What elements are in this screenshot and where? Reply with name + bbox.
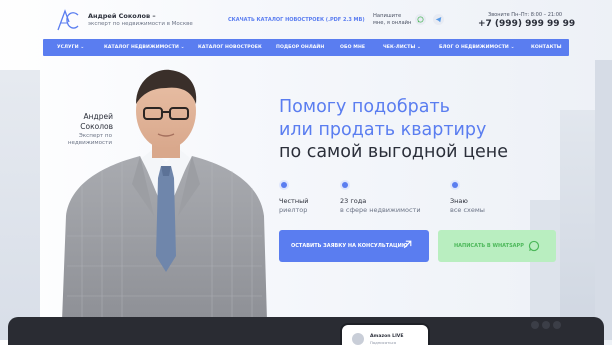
whatsapp-button[interactable]: НАПИСАТЬ В WHATSAPP [438, 230, 556, 262]
whatsapp-icon [528, 240, 540, 252]
phone-number[interactable]: +7 (999) 999 99 99 [478, 19, 575, 29]
consultation-button-label: ОСТАВИТЬ ЗАЯВКУ НА КОНСУЛЬТАЦИЮ [291, 243, 408, 249]
main-nav: УСЛУГИ ⌄ КАТАЛОГ НЕДВИЖИМОСТИ ⌄ КАТАЛОГ … [43, 39, 569, 56]
feature-experience: 23 года в сфере недвижимости [340, 182, 421, 214]
background-building [0, 70, 40, 340]
site-header: Андрей Соколов – эксперт по недвижимости… [0, 0, 612, 38]
card-subtitle: Подписаться [370, 340, 396, 345]
nav-item-newbuild-catalog[interactable]: КАТАЛОГ НОВОСТРОЕК [198, 45, 262, 50]
arrow-up-right-icon [403, 240, 412, 249]
feature-title: 23 года [340, 197, 367, 205]
nav-item-contacts[interactable]: КОНТАКТЫ [531, 45, 562, 50]
feature-honest: Честный риелтор [279, 182, 308, 214]
telegram-icon[interactable] [433, 14, 444, 25]
hero-headline: Помогу подобрать или продать квартиру по… [279, 96, 508, 164]
nav-item-property-catalog[interactable]: КАТАЛОГ НЕДВИЖИМОСТИ ⌄ [104, 45, 185, 50]
logo-icon[interactable] [56, 8, 80, 34]
nav-item-services[interactable]: УСЛУГИ ⌄ [57, 45, 84, 50]
whatsapp-button-label: НАПИСАТЬ В WHATSAPP [454, 243, 524, 249]
download-catalog-link[interactable]: СКАЧАТЬ КАТАЛОГ НОВОСТРОЕК (.PDF 2.3 MB) [228, 17, 365, 23]
feature-title: Честный [279, 197, 309, 205]
nav-item-online-selection[interactable]: ПОДБОР ОНЛАЙН [276, 45, 324, 50]
headline-line-2: или продать квартиру [279, 119, 487, 140]
call-hours: Звоните Пн–Пт: 8:00 – 21:00 [488, 12, 563, 18]
feature-schemes: Знаю все схемы [450, 182, 485, 214]
card-title: Amazon LIVE [370, 334, 404, 339]
brand-name[interactable]: Андрей Соколов – [88, 12, 156, 20]
feature-subtitle: все схемы [450, 206, 485, 214]
avatar [352, 333, 364, 345]
nav-item-checklists[interactable]: ЧЕК-ЛИСТЫ ⌄ [383, 45, 421, 50]
write-me-label: Напишите мне, я онлайн [373, 13, 412, 26]
feature-subtitle: в сфере недвижимости [340, 206, 421, 214]
feature-bullet-icon [281, 182, 287, 188]
nav-item-blog[interactable]: БЛОГ О НЕДВИЖИМОСТИ ⌄ [439, 45, 515, 50]
headline-line-3: по самой выгодной цене [279, 142, 509, 162]
brand-tagline: эксперт по недвижимости в Москве [88, 21, 193, 27]
whatsapp-icon[interactable] [415, 14, 426, 25]
phone-mockup-card: Amazon LIVE Подписаться [340, 323, 430, 345]
feature-title: Знаю [450, 197, 468, 205]
nav-item-about[interactable]: ОБО МНЕ [340, 45, 365, 50]
feature-subtitle: риелтор [279, 206, 308, 214]
feature-bullet-icon [452, 182, 458, 188]
agent-portrait [62, 69, 267, 321]
feature-bullet-icon [342, 182, 348, 188]
headline-line-1: Помогу подобрать [279, 97, 450, 117]
next-section-dark [8, 317, 604, 345]
window-dots [531, 321, 561, 329]
background-building [595, 60, 612, 340]
consultation-button[interactable]: ОСТАВИТЬ ЗАЯВКУ НА КОНСУЛЬТАЦИЮ [279, 230, 429, 262]
